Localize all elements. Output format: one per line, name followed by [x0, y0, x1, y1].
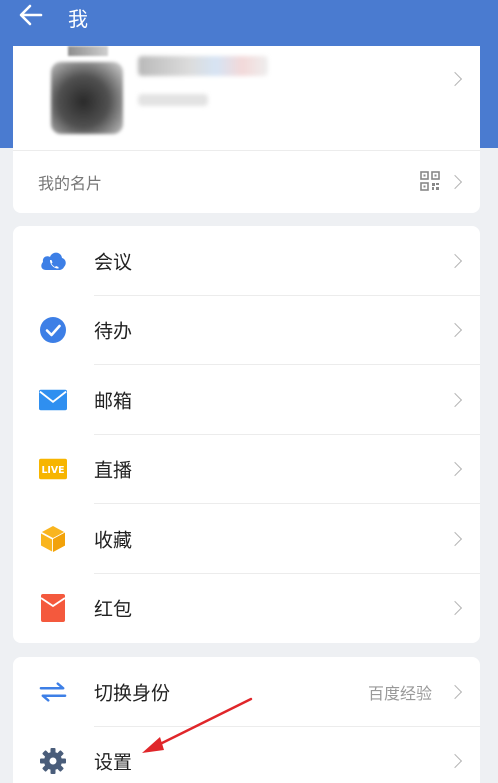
menu-item-live[interactable]: LIVE 直播 — [13, 435, 480, 504]
user-subtitle-blurred — [138, 94, 208, 106]
page-title: 我 — [68, 7, 88, 31]
switch-arrows-icon — [39, 678, 67, 706]
my-card-label: 我的名片 — [38, 174, 103, 193]
menu-item-label: 直播 — [94, 459, 133, 482]
chevron-right-icon — [447, 323, 463, 338]
qr-code-icon — [420, 171, 440, 191]
profile-card: 我的名片 — [13, 46, 480, 213]
menu-item-todo[interactable]: 待办 — [13, 296, 480, 365]
menu-item-mail[interactable]: 邮箱 — [13, 365, 480, 435]
menu-item-label: 会议 — [94, 251, 133, 274]
avatar[interactable] — [51, 62, 123, 134]
favorite-box-icon — [39, 525, 67, 553]
menu-item-red-envelope[interactable]: 红包 — [13, 574, 480, 644]
chevron-right-icon — [447, 684, 463, 699]
menu-item-label: 待办 — [94, 320, 133, 343]
todo-check-icon — [39, 316, 67, 344]
menu-card: 会议 待办 邮箱 LIVE 直播 收藏 红包 — [13, 226, 480, 643]
chevron-right-icon — [447, 392, 463, 407]
chevron-right-icon — [447, 174, 463, 190]
menu-item-meeting[interactable]: 会议 — [13, 226, 480, 296]
profile-row[interactable] — [13, 46, 480, 150]
mail-icon — [39, 386, 67, 414]
red-envelope-icon — [39, 594, 67, 623]
live-badge-text: LIVE — [41, 465, 64, 476]
menu-item-label: 切换身份 — [94, 682, 171, 705]
menu-item-label: 收藏 — [94, 529, 133, 552]
menu-item-label: 红包 — [94, 598, 133, 621]
menu-item-label: 邮箱 — [94, 390, 133, 413]
user-name-blurred — [138, 56, 268, 76]
chevron-right-icon — [447, 601, 463, 616]
avatar-top-blur — [68, 46, 108, 56]
chevron-right-icon — [447, 71, 463, 87]
chevron-right-icon — [447, 531, 463, 546]
menu-item-label: 设置 — [94, 751, 133, 774]
live-icon: LIVE — [39, 455, 67, 483]
menu-item-favorites[interactable]: 收藏 — [13, 504, 480, 574]
back-button[interactable] — [14, 0, 48, 30]
chevron-right-icon — [447, 462, 463, 477]
current-identity-value: 百度经验 — [367, 683, 432, 703]
menu-item-switch-identity[interactable]: 切换身份 百度经验 — [13, 657, 480, 727]
chevron-right-icon — [447, 253, 463, 268]
settings-card: 切换身份 百度经验 设置 — [13, 657, 480, 783]
menu-item-settings[interactable]: 设置 — [13, 727, 480, 783]
meeting-cloud-icon — [39, 247, 67, 275]
chevron-right-icon — [447, 754, 463, 769]
arrow-left-icon — [19, 4, 43, 26]
gear-icon — [39, 747, 67, 775]
my-card-row[interactable]: 我的名片 — [13, 150, 480, 213]
